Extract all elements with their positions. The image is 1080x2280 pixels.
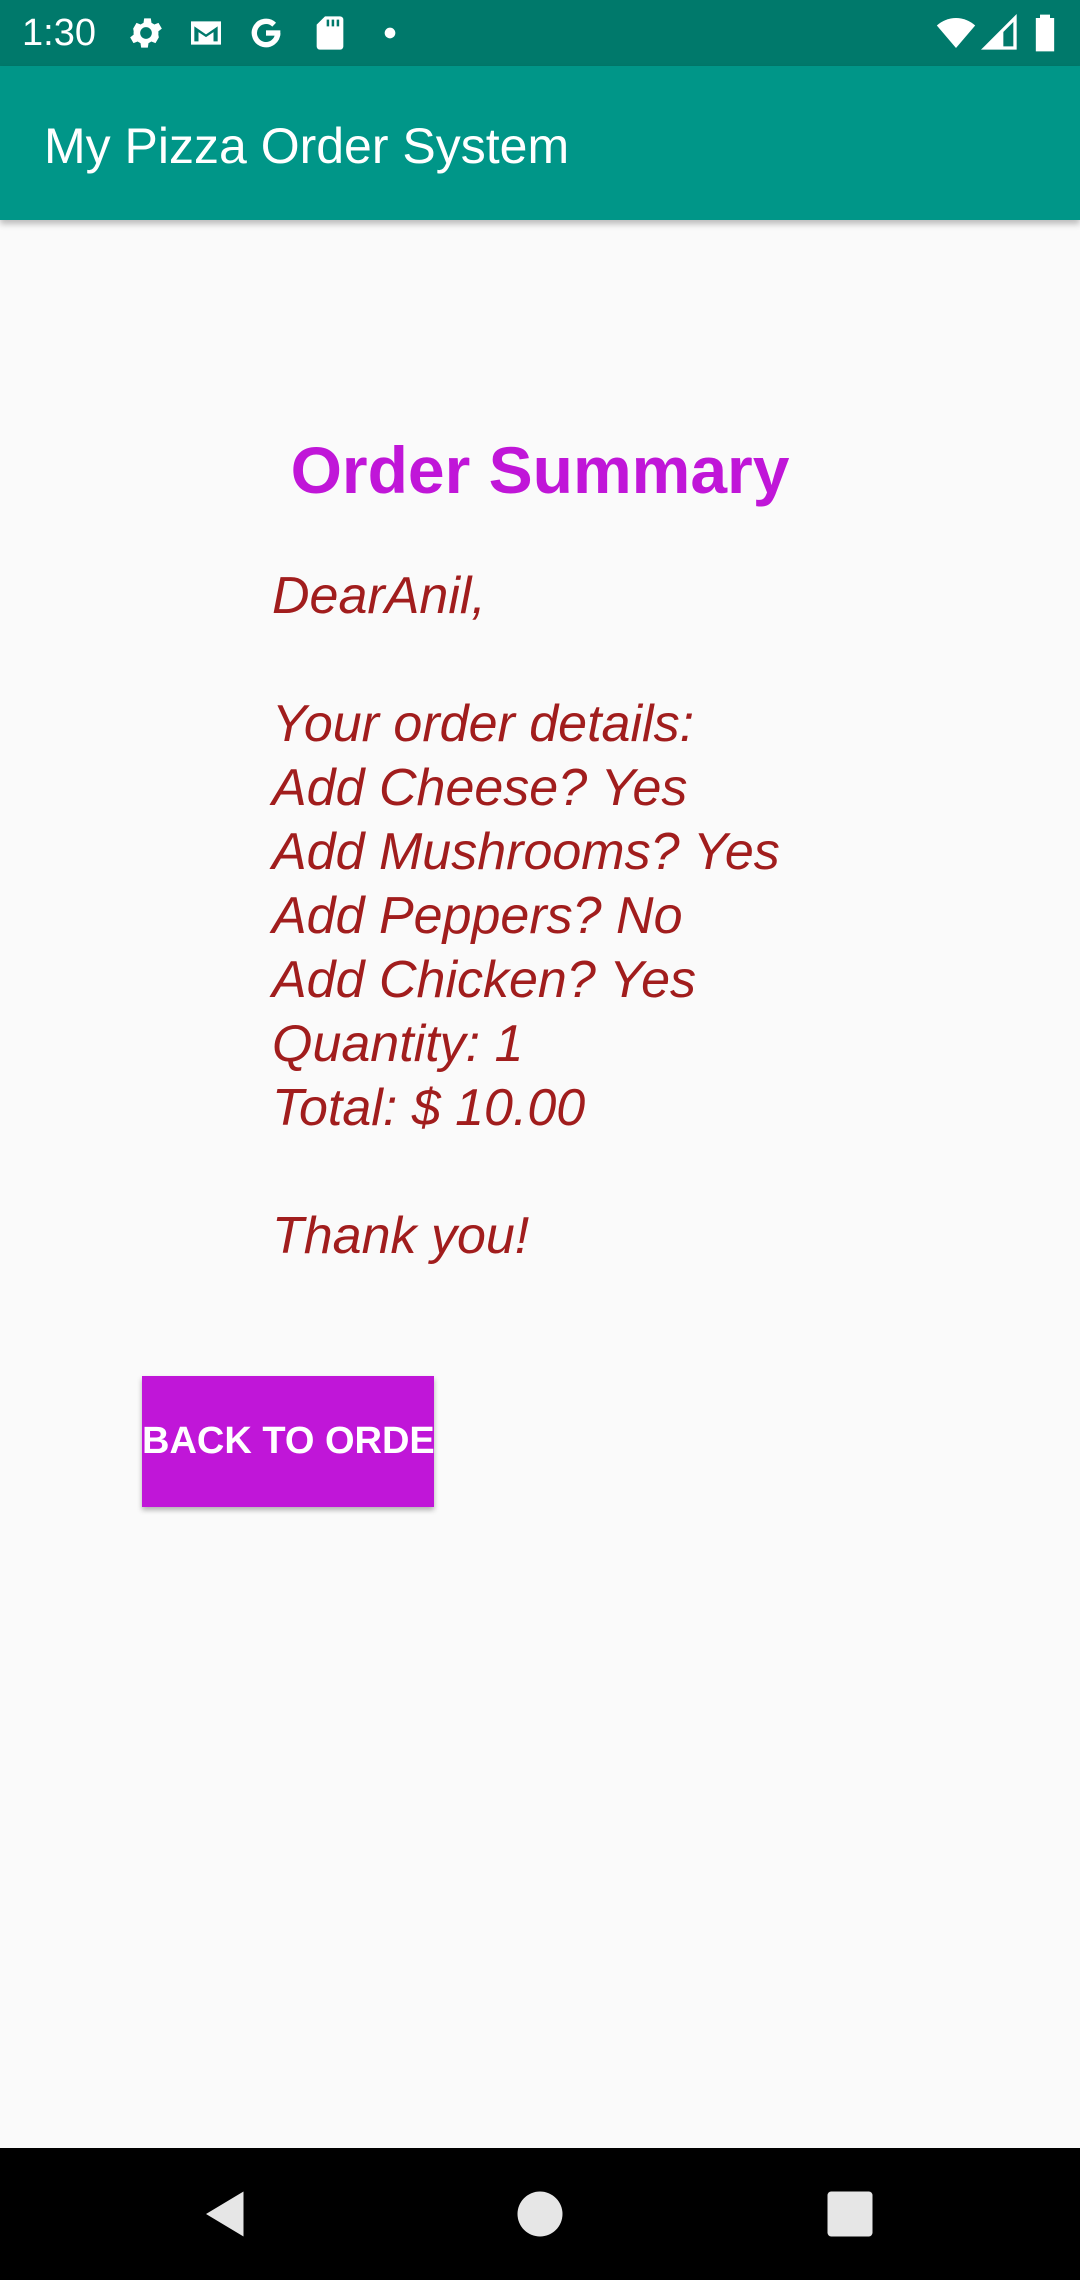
navigation-bar [0, 2148, 1080, 2280]
back-icon[interactable] [196, 2184, 256, 2244]
order-summary-text: DearAnil, Your order details: Add Cheese… [272, 564, 1032, 1268]
status-time: 1:30 [22, 12, 96, 54]
cheese-line: Add Cheese? Yes [272, 759, 688, 817]
back-to-order-button[interactable]: BACK TO ORDER [142, 1376, 434, 1507]
app-bar: My Pizza Order System [0, 66, 1080, 220]
gear-icon [126, 13, 166, 53]
notification-dot-icon [370, 13, 410, 53]
order-details-heading: Your order details: [272, 695, 695, 753]
peppers-line: Add Peppers? No [272, 887, 683, 945]
gmail-icon [186, 13, 226, 53]
app-title: My Pizza Order System [44, 118, 570, 174]
screen: 1:30 My Pizza Order System Order Summary… [0, 0, 1080, 2280]
greeting-line: DearAnil, [272, 567, 486, 625]
recents-icon[interactable] [820, 2184, 880, 2244]
status-bar: 1:30 [0, 0, 1080, 66]
total-line: Total: $ 10.00 [272, 1079, 586, 1137]
signal-icon [980, 13, 1020, 53]
order-summary-title: Order Summary [290, 433, 790, 507]
battery-icon [1030, 13, 1060, 53]
wifi-icon [936, 13, 976, 53]
sd-card-icon [310, 13, 350, 53]
quantity-line: Quantity: 1 [272, 1015, 524, 1073]
thank-you-line: Thank you! [272, 1207, 530, 1265]
mushrooms-line: Add Mushrooms? Yes [272, 823, 780, 881]
google-icon [246, 13, 286, 53]
home-icon[interactable] [510, 2184, 570, 2244]
chicken-line: Add Chicken? Yes [272, 951, 696, 1009]
